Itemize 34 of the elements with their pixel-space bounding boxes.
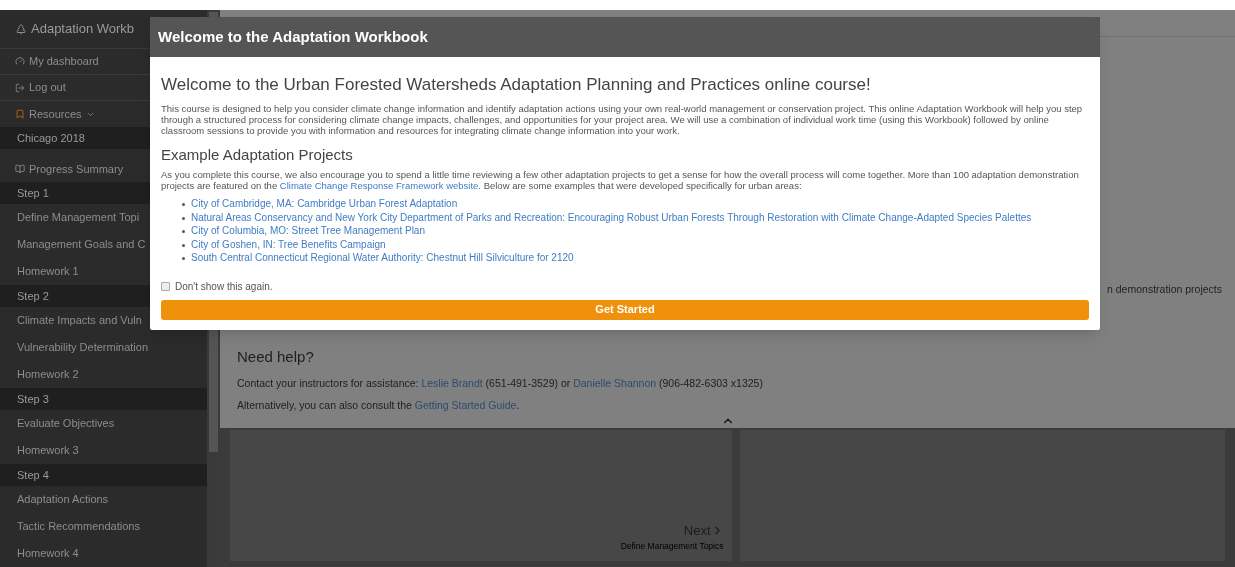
text-link[interactable]: Danielle Shannon	[573, 376, 657, 389]
body-text: n demonstration projects	[1107, 282, 1222, 298]
sidebar-item[interactable]: Adaptation Actions	[0, 486, 207, 513]
step-header: Step 3	[0, 388, 207, 410]
guide-text: Alternatively, you can also consult the Getting Started Guide.	[237, 398, 521, 414]
dialog-title: Welcome to the Adaptation Workbook	[158, 26, 428, 47]
bullet-icon	[182, 203, 185, 206]
sidebar-item[interactable]: Homework 4	[0, 540, 207, 567]
contact-text: Contact your instructors for assistance: Leslie Brandt (651-491-3529) or Danielle Shannon (906-482-6303 x1325)	[237, 375, 764, 391]
brand-title: Adaptation Workb	[31, 20, 135, 39]
sidebar-item[interactable]: Homework 2	[0, 361, 207, 388]
next-caption: Define Management Topics	[620, 540, 724, 553]
bullet-icon	[182, 257, 185, 260]
project-link[interactable]: City of Goshen, IN: Tree Benefits Campaign	[191, 237, 386, 251]
text-link[interactable]: Leslie Brandt	[421, 376, 483, 389]
project-link[interactable]: South Central Connecticut Regional Water Authority: Chestnut Hill Silviculture for 2120	[191, 251, 574, 265]
exit-icon	[15, 82, 25, 93]
bullet-icon	[182, 216, 185, 220]
help-heading: Need help?	[237, 347, 315, 367]
bookmark-icon	[15, 109, 25, 120]
step-header: Step 4	[0, 464, 207, 486]
map-icon	[15, 164, 25, 175]
sidebar-item[interactable]: Tactic Recommendations	[0, 513, 207, 540]
gauge-icon	[15, 56, 25, 67]
bullet-icon	[182, 243, 185, 247]
project-link[interactable]: City of Columbia, MO: Street Tree Management Plan	[191, 224, 425, 238]
tree-icon	[15, 21, 27, 36]
bullet-icon	[182, 230, 185, 233]
project-link[interactable]: Natural Areas Conservancy and New York City Department of Parks and Recreation: Encouraging Robust Urban Forests Through Restoration with Climate Change-Adapted Species Palettes	[191, 210, 1032, 224]
sidebar-item[interactable]: Homework 3	[0, 437, 207, 464]
get-started-button[interactable]: Get Started	[161, 299, 1089, 320]
sidebar-item[interactable]: Vulnerability Determination	[0, 334, 207, 361]
checkbox[interactable]	[161, 281, 170, 291]
sidebar-item[interactable]: Evaluate Objectives	[0, 410, 207, 437]
